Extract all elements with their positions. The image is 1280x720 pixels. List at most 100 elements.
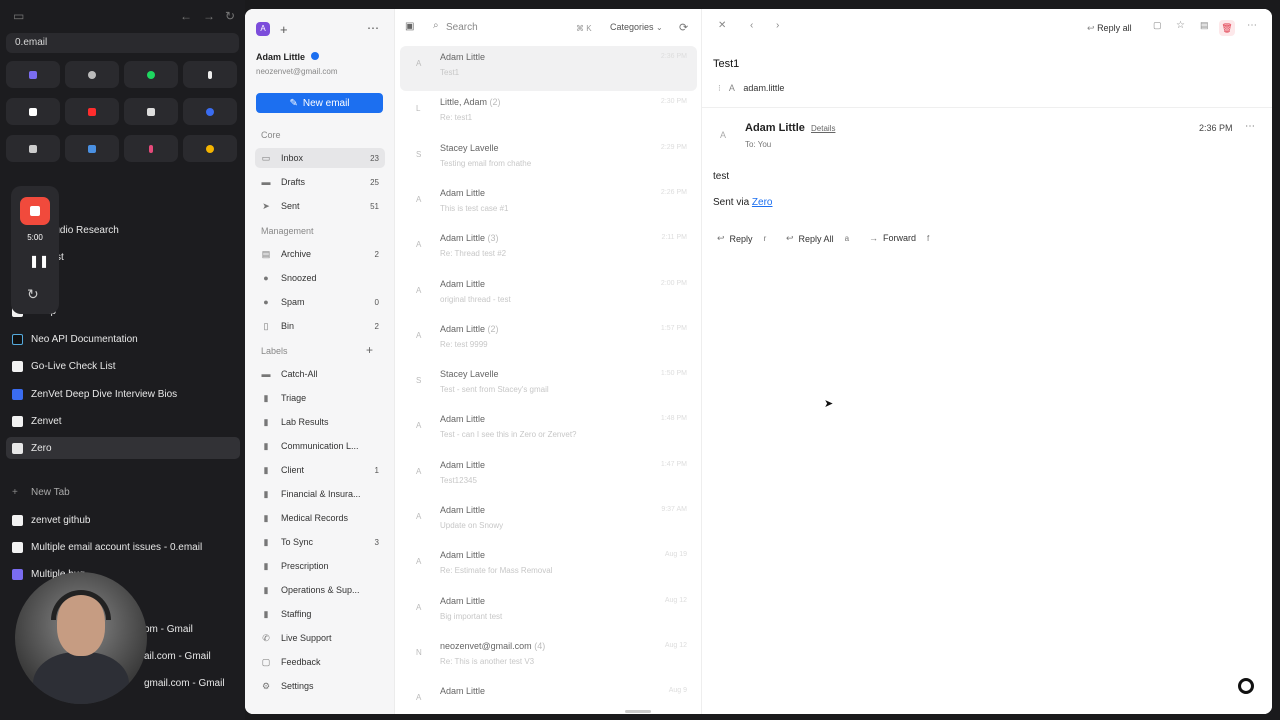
reply-all-top-button[interactable]: ↩ Reply all — [1087, 23, 1132, 34]
add-account-icon[interactable]: + — [280, 22, 288, 37]
archive-icon[interactable]: ▤ — [1200, 20, 1209, 31]
browser-tab[interactable]: Neo API Documentation — [6, 328, 240, 350]
panel-toggle-icon[interactable]: ▣ — [405, 21, 414, 32]
pinned-site[interactable] — [6, 61, 60, 88]
pinned-site[interactable] — [183, 98, 237, 125]
copy-icon[interactable]: ▢ — [1153, 20, 1162, 31]
stop-record-button[interactable] — [20, 197, 50, 225]
pinned-site[interactable] — [65, 98, 119, 125]
nav-item-spam[interactable]: ● Spam 0 — [255, 292, 385, 312]
thread-row[interactable]: A Adam Little Update on Snowy 9:37 AM — [400, 499, 697, 544]
pinned-site[interactable] — [65, 61, 119, 88]
pinned-site[interactable] — [124, 135, 178, 162]
browser-tab[interactable]: ail.com - Gmail — [130, 645, 240, 667]
trash-icon: ▯ — [263, 320, 269, 331]
trash-icon[interactable]: 🗑 — [1219, 20, 1235, 36]
pinned-site[interactable] — [183, 135, 237, 162]
nav-item-drafts[interactable]: ▬ Drafts 25 — [255, 172, 385, 192]
reply-button[interactable]: ↩ Reply r — [717, 233, 766, 244]
thread-row[interactable]: S Stacey Lavelle Test - sent from Stacey'… — [400, 363, 697, 408]
scrollbar[interactable] — [625, 710, 651, 713]
thread-time: Aug 12 — [664, 596, 687, 604]
more-icon[interactable]: ⋯ — [1247, 20, 1257, 31]
nav-item-financial-insura[interactable]: ▮ Financial & Insura... — [255, 484, 385, 504]
back-icon[interactable]: ← — [180, 9, 192, 23]
clock-icon: ● — [263, 273, 269, 283]
nav-item-live-support[interactable]: ✆ Live Support — [255, 628, 385, 648]
pinned-site[interactable] — [65, 135, 119, 162]
forward-icon[interactable]: → — [203, 9, 215, 23]
nav-item-lab-results[interactable]: ▮ Lab Results — [255, 412, 385, 432]
thread-row[interactable]: S Stacey Lavelle Testing email from chath… — [400, 137, 697, 182]
restart-icon[interactable]: ↻ — [27, 286, 39, 303]
account-avatar[interactable]: A — [256, 22, 270, 36]
pause-icon[interactable]: ❚❚ — [29, 254, 49, 268]
pinned-site[interactable] — [124, 98, 178, 125]
next-icon[interactable]: › — [776, 20, 779, 31]
browser-tab[interactable]: Multiple email account issues - 0.email — [6, 536, 240, 558]
more-icon[interactable]: ⋯ — [367, 21, 379, 35]
message-body: test — [713, 171, 730, 182]
categories-dropdown[interactable]: Categories ⌄ — [610, 22, 663, 32]
browser-tab[interactable]: Go-Live Check List — [6, 355, 240, 377]
new-tab-button[interactable]: + New Tab — [6, 481, 240, 503]
thread-row[interactable]: L Little, Adam (2) Re: test1 2:30 PM — [400, 91, 697, 136]
thread-row[interactable]: A Adam Little (3) Re: Thread test #2 2:11 P… — [400, 227, 697, 272]
nav-item-inbox[interactable]: ▭ Inbox 23 — [255, 148, 385, 168]
message-more-icon[interactable]: ⋯ — [1245, 121, 1255, 132]
reply-all-button[interactable]: ↩ Reply All a — [786, 233, 849, 244]
pinned-site[interactable] — [124, 61, 178, 88]
thread-sender-name: Adam Little — [440, 459, 486, 470]
nav-item-count: 2 — [374, 321, 379, 331]
thread-row[interactable]: Nneozenvet@gmail.com (4) Re: This is anot… — [400, 635, 697, 680]
browser-tab[interactable]: ZenVet Deep Dive Interview Bios — [6, 383, 240, 405]
refresh-icon[interactable]: ⟳ — [679, 21, 688, 34]
reload-icon[interactable]: ↻ — [225, 9, 235, 23]
pinned-site[interactable] — [6, 135, 60, 162]
thread-row[interactable]: A Adam Little Aug 9 — [400, 680, 697, 714]
sidebar-toggle-icon[interactable]: ▭ — [13, 9, 24, 23]
browser-tab[interactable]: Zenvet — [6, 410, 240, 432]
thread-row[interactable]: A Adam Little Test12345 1:47 PM — [400, 454, 697, 499]
thread-row[interactable]: A Adam Little Test - can I see this in Ze… — [400, 408, 697, 453]
thread-row[interactable]: A Adam Little original thread - test 2:00 … — [400, 273, 697, 318]
nav-item-medical-records[interactable]: ▮ Medical Records — [255, 508, 385, 528]
nav-item-feedback[interactable]: ▢ Feedback — [255, 652, 385, 672]
nav-item-snoozed[interactable]: ● Snoozed — [255, 268, 385, 288]
nav-item-operations-sup[interactable]: ▮ Operations & Sup... — [255, 580, 385, 600]
nav-item-communication-l[interactable]: ▮ Communication L... — [255, 436, 385, 456]
search-input[interactable]: Search — [430, 18, 595, 38]
details-link[interactable]: Details — [811, 124, 835, 133]
zero-logo-icon[interactable] — [1238, 678, 1254, 694]
thread-row[interactable]: A Adam Little Test1 2:36 PM — [400, 46, 697, 91]
pinned-site[interactable] — [183, 61, 237, 88]
thread-row[interactable]: A Adam Little This is test case #1 2:26 PM — [400, 182, 697, 227]
thread-row[interactable]: A Adam Little Big important test Aug 12 — [400, 590, 697, 635]
nav-item-client[interactable]: ▮ Client 1 — [255, 460, 385, 480]
nav-item-archive[interactable]: ▤ Archive 2 — [255, 244, 385, 264]
star-icon[interactable]: ☆ — [1176, 20, 1185, 31]
browser-tab[interactable]: zenvet github — [6, 509, 240, 531]
nav-item-catch-all[interactable]: ▬ Catch-All — [255, 364, 385, 384]
nav-item-triage[interactable]: ▮ Triage — [255, 388, 385, 408]
thread-row[interactable]: A Adam Little (2) Re: test 9999 1:57 PM — [400, 318, 697, 363]
zero-link[interactable]: Zero — [752, 197, 773, 208]
forward-button[interactable]: → Forward f — [869, 233, 929, 243]
browser-tab[interactable]: Multiple bug — [6, 563, 240, 585]
nav-item-prescription[interactable]: ▮ Prescription — [255, 556, 385, 576]
thread-row[interactable]: A Adam Little Re: Estimate for Mass Remov… — [400, 544, 697, 589]
new-email-button[interactable]: ✎ New email — [256, 93, 383, 113]
nav-item-sent[interactable]: ➤ Sent 51 — [255, 196, 385, 216]
browser-tab[interactable]: gmail.com - Gmail — [130, 672, 240, 694]
bookmark-icon: ▮ — [263, 464, 269, 475]
pinned-site[interactable] — [6, 98, 60, 125]
previous-icon[interactable]: ‹ — [750, 20, 753, 31]
nav-item-settings[interactable]: ⚙ Settings — [255, 676, 385, 696]
nav-item-bin[interactable]: ▯ Bin 2 — [255, 316, 385, 336]
browser-tab[interactable]: Zero — [6, 437, 240, 459]
address-bar[interactable]: 0.email — [6, 33, 239, 53]
nav-item-staffing[interactable]: ▮ Staffing — [255, 604, 385, 624]
close-icon[interactable]: ✕ — [718, 20, 726, 31]
add-label-icon[interactable]: + — [366, 343, 373, 357]
nav-item-to-sync[interactable]: ▮ To Sync 3 — [255, 532, 385, 552]
